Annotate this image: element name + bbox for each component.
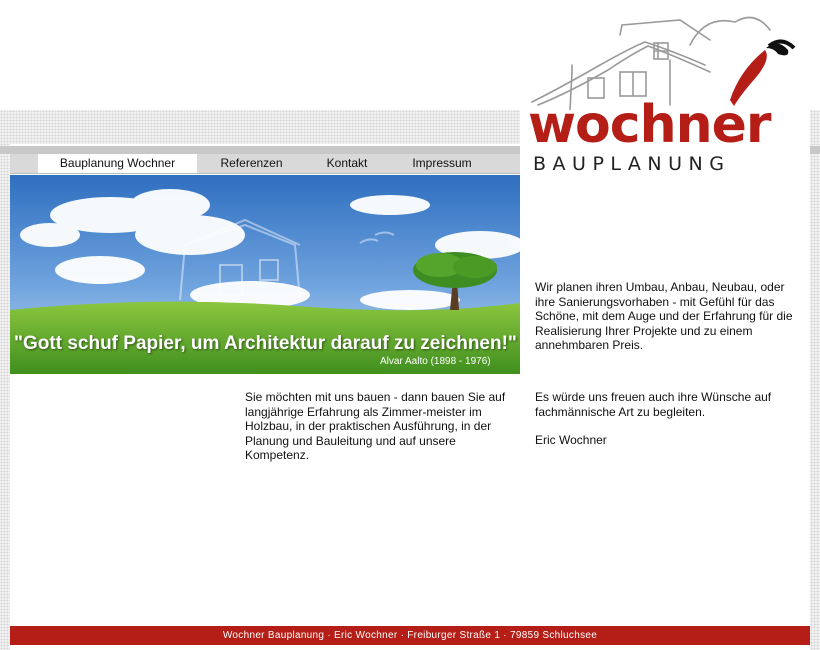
intro-text: Wir planen ihren Umbau, Anbau, Neubau, o… [535,280,793,352]
right-border-pattern [810,110,820,650]
signature-name: Eric Wochner [535,433,607,447]
nav-kontakt[interactable]: Kontakt [312,154,382,173]
nav-impressum[interactable]: Impressum [396,154,488,173]
nav-bauplanung-wochner[interactable]: Bauplanung Wochner [38,154,197,173]
logo-wordmark: wochner [528,95,772,155]
closing-text: Es würde uns freuen auch ihre Wünsche au… [535,390,800,448]
experience-text: Sie möchten mit uns bauen - dann bauen S… [245,390,506,462]
footer-address: Wochner Bauplanung · Eric Wochner · Frei… [222,630,598,641]
banner-quote: "Gott schuf Papier, um Architektur darau… [14,333,517,354]
logo-subtitle: BAUPLANUNG [533,153,731,175]
closing-message: Es würde uns freuen auch ihre Wünsche au… [535,390,772,419]
banner-quote-author: Alvar Aalto (1898 - 1976) [380,356,491,367]
nav-referenzen[interactable]: Referenzen [205,154,298,173]
footer-bar: Wochner Bauplanung · Eric Wochner · Frei… [10,626,810,645]
left-border-pattern [0,110,10,650]
